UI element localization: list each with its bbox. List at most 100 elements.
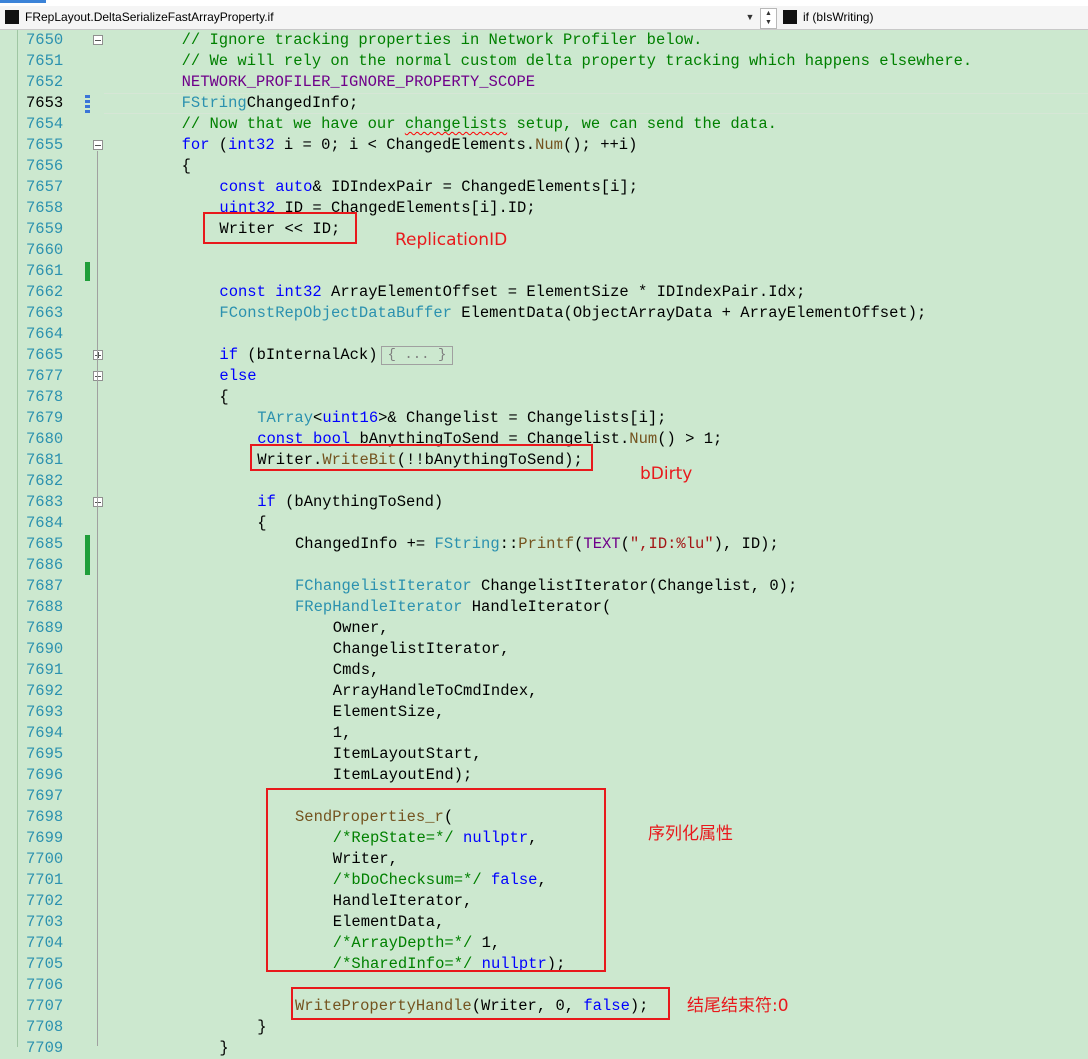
active-tab-indicator: [0, 0, 46, 3]
code-line[interactable]: 7694 1,: [0, 723, 1088, 744]
code-line[interactable]: 7695 ItemLayoutStart,: [0, 744, 1088, 765]
highlight-write-property-handle: [291, 987, 670, 1020]
code-token: uint16: [322, 409, 379, 427]
code-token: ItemLayoutEnd);: [332, 766, 473, 784]
line-number: 7657: [26, 178, 64, 196]
code-line[interactable]: 7664: [0, 324, 1088, 345]
code-token: NETWORK_PROFILER_IGNORE_PROPERTY_SCOPE: [181, 73, 536, 91]
code-line[interactable]: 7665 if (bInternalAck){ ... }: [0, 345, 1088, 366]
code-line[interactable]: 7677 else: [0, 366, 1088, 387]
code-token: {: [219, 388, 229, 406]
code-line[interactable]: 7709}: [0, 1038, 1088, 1059]
code-text: ChangelistIterator,: [333, 639, 510, 660]
code-line[interactable]: 7678 {: [0, 387, 1088, 408]
code-token: ArrayHandleToCmdIndex,: [332, 682, 538, 700]
code-line[interactable]: 7655 for (int32 i = 0; i < ChangedElement…: [0, 135, 1088, 156]
line-number: 7690: [26, 640, 64, 658]
code-text: // Now that we have our changelists setu…: [182, 114, 777, 135]
code-line[interactable]: 7656 {: [0, 156, 1088, 177]
code-text: ElementSize,: [333, 702, 445, 723]
line-number: 7700: [26, 850, 64, 868]
code-text: }: [257, 1017, 266, 1038]
line-number: 7655: [26, 136, 64, 154]
code-token: int32: [228, 136, 275, 154]
code-line[interactable]: 7660: [0, 240, 1088, 261]
code-line[interactable]: 7682: [0, 471, 1088, 492]
code-line[interactable]: 7662 const int32 ArrayElementOffset = Ele…: [0, 282, 1088, 303]
code-line[interactable]: 7652 NETWORK_PROFILER_IGNORE_PROPERTY_SCO…: [0, 72, 1088, 93]
line-number: 7663: [26, 304, 64, 322]
code-line[interactable]: 7690 ChangelistIterator,: [0, 639, 1088, 660]
line-number: 7687: [26, 577, 64, 595]
code-line[interactable]: 7661: [0, 261, 1088, 282]
code-line[interactable]: 7692 ArrayHandleToCmdIndex,: [0, 681, 1088, 702]
code-token: TArray: [257, 409, 313, 427]
code-token: const: [219, 283, 266, 301]
spin-up-icon[interactable]: ▲: [761, 9, 776, 18]
code-line[interactable]: 7659 Writer << ID;: [0, 219, 1088, 240]
line-number: 7702: [26, 892, 64, 910]
code-text: if (bInternalAck){ ... }: [219, 345, 454, 366]
code-text: ArrayHandleToCmdIndex,: [333, 681, 538, 702]
code-text: ChangedInfo += FString::Printf(TEXT(",ID…: [295, 534, 779, 555]
code-token: ChangedInfo +=: [295, 535, 435, 553]
code-line[interactable]: 7691 Cmds,: [0, 660, 1088, 681]
line-number: 7683: [26, 493, 64, 511]
collapsed-region[interactable]: { ... }: [380, 346, 454, 365]
code-line[interactable]: 7685 ChangedInfo += FString::Printf(TEXT(…: [0, 534, 1088, 555]
spin-down-icon[interactable]: ▼: [761, 18, 776, 27]
code-line[interactable]: 7650 // Ignore tracking properties in Net…: [0, 30, 1088, 51]
member-dropdown[interactable]: if (bIsWriting): [783, 9, 1083, 25]
saved-change-marker: [85, 262, 90, 281]
code-line[interactable]: 7689 Owner,: [0, 618, 1088, 639]
code-line[interactable]: 7683 if (bAnythingToSend): [0, 492, 1088, 513]
code-token: >& Changelist = Changelists[i];: [378, 409, 667, 427]
line-number: 7698: [26, 808, 64, 826]
chevron-down-icon[interactable]: ▼: [744, 9, 756, 25]
fold-guide: [97, 508, 98, 1025]
code-line[interactable]: 7688 FRepHandleIterator HandleIterator(: [0, 597, 1088, 618]
code-token-misspelled: changelists: [404, 115, 508, 133]
code-line[interactable]: 7687 FChangelistIterator ChangelistIterat…: [0, 576, 1088, 597]
collapse-icon[interactable]: [93, 497, 103, 507]
code-line[interactable]: 7708}: [0, 1017, 1088, 1038]
collapse-icon[interactable]: [93, 35, 103, 45]
code-token: ChangedInfo;: [246, 94, 359, 112]
code-line[interactable]: 7693 ElementSize,: [0, 702, 1088, 723]
collapse-icon[interactable]: [93, 140, 103, 150]
code-line[interactable]: 7658 uint32 ID = ChangedElements[i].ID;: [0, 198, 1088, 219]
highlight-replication-id: [203, 212, 357, 244]
code-token: }: [257, 1018, 267, 1036]
code-line[interactable]: 7657 const auto& IDIndexPair = ChangedEle…: [0, 177, 1088, 198]
code-line[interactable]: 7684 {: [0, 513, 1088, 534]
code-line[interactable]: 7663 FConstRepObjectDataBuffer ElementDat…: [0, 303, 1088, 324]
scope-icon: [5, 10, 19, 24]
code-line[interactable]: 7653 FStringChangedInfo;: [0, 93, 1088, 114]
code-token: FConstRepObjectDataBuffer: [219, 304, 452, 322]
code-line[interactable]: 7686: [0, 555, 1088, 576]
scope-spinner[interactable]: ▲ ▼: [760, 8, 777, 29]
code-line[interactable]: 7696 ItemLayoutEnd);: [0, 765, 1088, 786]
note-serialize-properties: 序列化属性: [648, 824, 733, 844]
code-line[interactable]: 7651 // We will rely on the normal custom…: [0, 51, 1088, 72]
code-text: 1,: [333, 723, 352, 744]
expand-icon[interactable]: [93, 350, 103, 360]
code-token: else: [219, 367, 257, 385]
code-text: NETWORK_PROFILER_IGNORE_PROPERTY_SCOPE: [182, 72, 535, 93]
code-line[interactable]: 7654 // Now that we have our changelists …: [0, 114, 1088, 135]
line-number: 7691: [26, 661, 64, 679]
unsaved-change-marker: [85, 94, 90, 113]
scope-dropdown[interactable]: FRepLayout.DeltaSerializeFastArrayProper…: [3, 9, 756, 25]
line-number: 7709: [26, 1039, 64, 1057]
code-text: ItemLayoutEnd);: [333, 765, 473, 786]
code-line[interactable]: 7679 TArray<uint16>& Changelist = Changel…: [0, 408, 1088, 429]
collapse-icon[interactable]: [93, 371, 103, 381]
code-token: // We will rely on the normal custom del…: [181, 52, 973, 70]
line-number: 7659: [26, 220, 64, 238]
line-number: 7697: [26, 787, 64, 805]
code-token: // Ignore tracking properties in Network…: [181, 31, 703, 49]
code-token: () > 1;: [657, 430, 723, 448]
line-number: 7682: [26, 472, 64, 490]
code-text: const auto& IDIndexPair = ChangedElement…: [219, 177, 638, 198]
code-text: FChangelistIterator ChangelistIterator(C…: [295, 576, 797, 597]
